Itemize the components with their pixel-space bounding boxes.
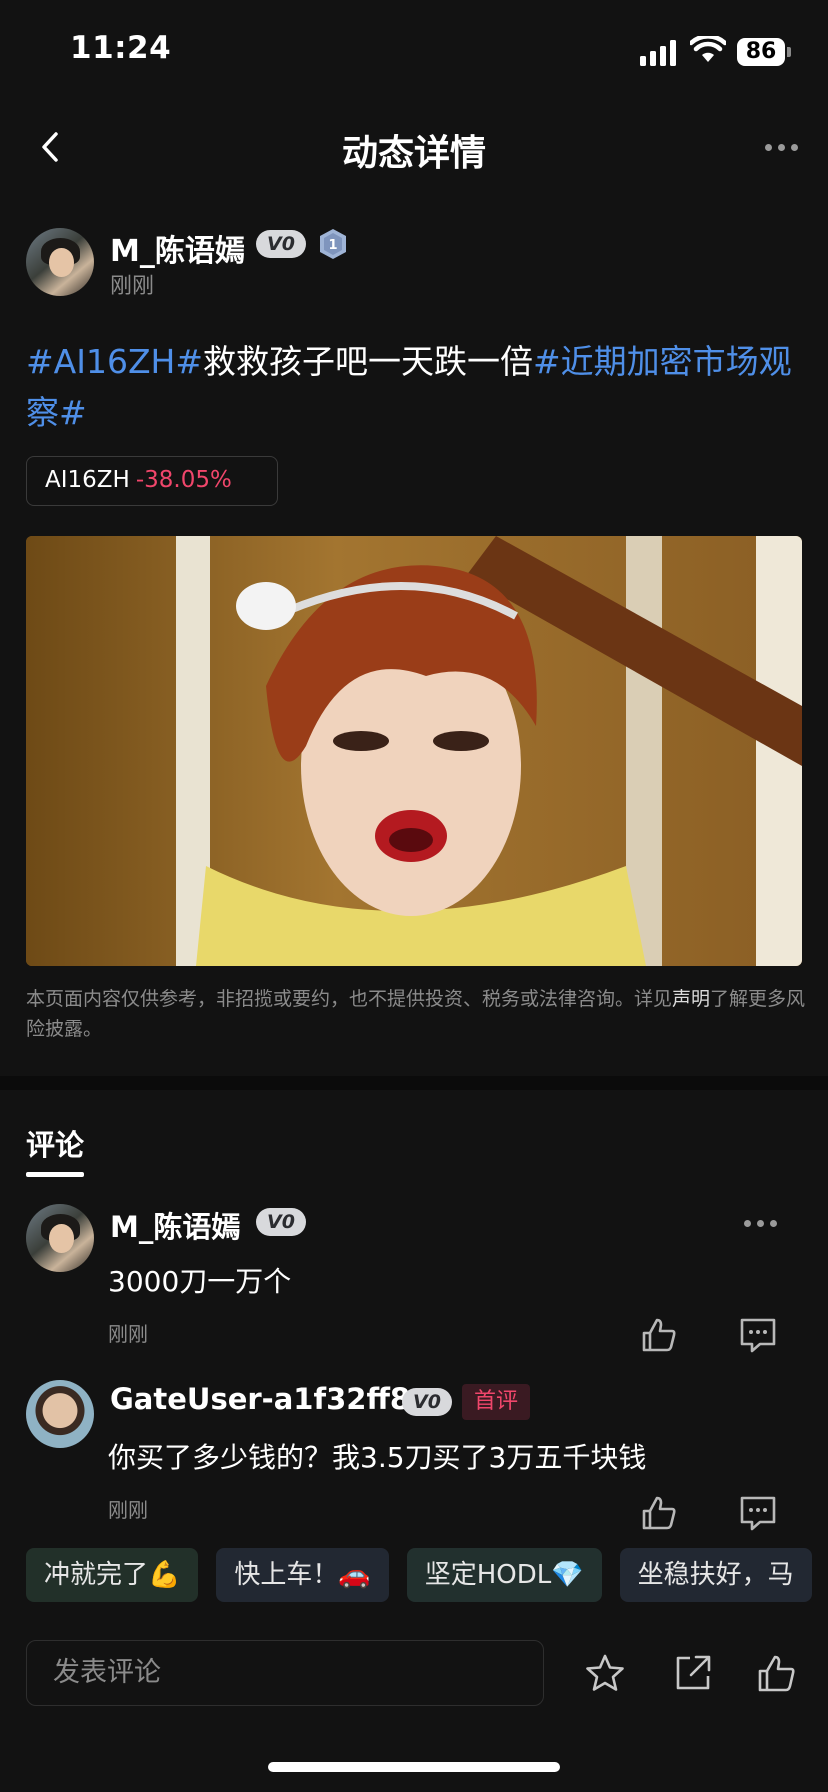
comment-time: 刚刚 <box>108 1322 148 1346</box>
author-name[interactable]: M_陈语嫣 <box>110 226 245 270</box>
share-icon[interactable] <box>672 1652 714 1694</box>
statement-link[interactable]: 声明 <box>672 988 710 1010</box>
quick-reply-chip[interactable]: 坚定HODL💎 <box>406 1548 602 1602</box>
comment-input[interactable]: 发表评论 <box>26 1640 544 1706</box>
section-divider <box>0 1076 828 1090</box>
comment-text: 3000刀一万个 <box>108 1265 292 1298</box>
vip-badge: V0 <box>256 230 306 258</box>
token-chip[interactable]: AI16ZH -38.05% <box>26 456 278 506</box>
svg-text:1: 1 <box>328 238 337 253</box>
level-shield-icon: 1 <box>320 229 346 259</box>
more-options-button[interactable] <box>756 132 806 162</box>
post-image-graphic <box>26 536 802 966</box>
thumbs-up-icon[interactable] <box>640 1494 678 1532</box>
quick-reply-chip[interactable]: 冲就完了💪 <box>26 1548 199 1602</box>
more-dots-icon <box>756 132 806 162</box>
status-time: 11:24 <box>70 30 172 66</box>
page-title: 动态详情 <box>341 133 486 174</box>
comment-more-button[interactable] <box>736 1208 784 1238</box>
hashtag-link[interactable]: #AI16ZH# <box>26 342 203 381</box>
token-change: -38.05% <box>135 467 232 493</box>
cellular-signal-icon <box>640 40 676 66</box>
vip-badge: V0 <box>256 1208 306 1236</box>
quick-reply-chip[interactable]: 坐稳扶好，马 <box>619 1548 812 1602</box>
battery-indicator: 86 <box>737 38 785 66</box>
comment-bubble-icon[interactable] <box>738 1494 778 1532</box>
vip-badge: V0 <box>402 1388 452 1416</box>
quick-reply-chip[interactable]: 快上车！🚗 <box>216 1548 389 1602</box>
post-image[interactable] <box>26 536 802 966</box>
commenter-name[interactable]: M_陈语嫣 <box>110 1204 240 1246</box>
commenter-avatar[interactable] <box>26 1380 94 1448</box>
comment-bubble-icon[interactable] <box>738 1316 778 1354</box>
comment-time: 刚刚 <box>108 1498 148 1522</box>
battery-tip <box>787 47 791 57</box>
tab-comments[interactable]: 评论 <box>26 1122 84 1164</box>
thumbs-up-icon[interactable] <box>756 1652 798 1694</box>
post-time: 刚刚 <box>110 274 155 299</box>
disclaimer-text: 本页面内容仅供参考，非招揽或要约，也不提供投资、税务或法律咨询。详见声明了解更多… <box>26 988 806 1040</box>
commenter-avatar[interactable] <box>26 1204 94 1272</box>
first-comment-badge: 首评 <box>462 1384 530 1420</box>
tab-active-indicator <box>26 1172 84 1177</box>
wifi-icon <box>690 36 726 62</box>
quick-reply-row: 冲就完了💪 快上车！🚗 坚定HODL💎 坐稳扶好，马 <box>26 1548 812 1602</box>
post-body-text: 救救孩子吧一天跌一倍 <box>203 342 534 381</box>
star-icon[interactable] <box>584 1652 626 1694</box>
token-symbol: AI16ZH <box>45 467 130 493</box>
commenter-name[interactable]: GateUser-a1f32ff8 <box>110 1382 410 1416</box>
author-avatar[interactable] <box>26 228 94 296</box>
post-text: #AI16ZH#救救孩子吧一天跌一倍#近期加密市场观察# <box>26 336 806 438</box>
thumbs-up-icon[interactable] <box>640 1316 678 1354</box>
home-indicator <box>268 1762 560 1772</box>
more-dots-icon <box>736 1208 784 1238</box>
comment-text: 你买了多少钱的？我3.5刀买了3万五千块钱 <box>108 1441 647 1474</box>
back-arrow-icon[interactable] <box>30 122 70 172</box>
